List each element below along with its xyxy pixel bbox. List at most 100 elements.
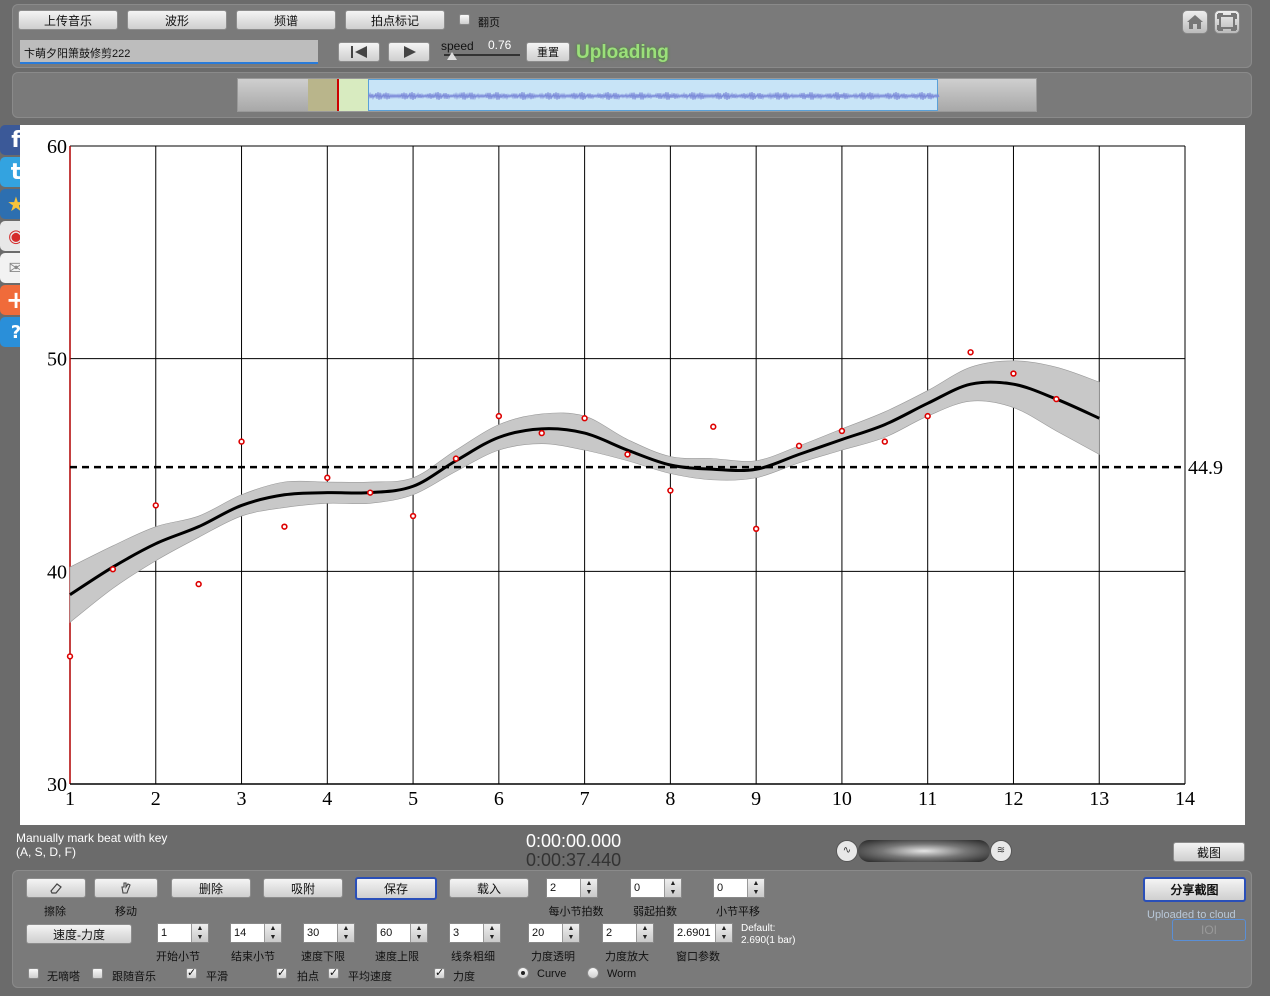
waveform-button[interactable]: 波形 <box>127 10 227 30</box>
skip-start-icon <box>351 46 367 58</box>
beat-point <box>624 451 631 458</box>
home-icon <box>1187 15 1203 29</box>
pickup-beats-stepper[interactable]: 0 ▲ ▼ <box>630 878 682 898</box>
end-bar-stepper[interactable]: 14 ▲ ▼ <box>230 923 282 943</box>
x-tick-label: 11 <box>918 788 937 810</box>
volume-slider[interactable] <box>858 840 990 862</box>
beat-point <box>66 653 74 660</box>
stepper-arrows-icon[interactable]: ▲ ▼ <box>337 924 354 942</box>
beat-point <box>195 580 202 588</box>
smooth-checkbox[interactable]: ✓ <box>186 968 197 979</box>
stepper-arrows-icon[interactable]: ▲ ▼ <box>636 924 653 942</box>
no-click-label: 无嘀嗒 <box>47 971 80 983</box>
y-tick-label: 30 <box>47 774 67 796</box>
load-button[interactable]: 载入 <box>449 878 529 898</box>
playhead[interactable] <box>337 79 339 111</box>
move-hand-icon <box>121 882 131 894</box>
y-tick-label: 60 <box>47 136 67 158</box>
speed-value: 0.76 <box>488 38 512 52</box>
no-click-checkbox[interactable] <box>28 968 39 979</box>
dynamics-opacity-stepper[interactable]: 20 ▲ ▼ <box>528 923 580 943</box>
beats-per-bar-label: 每小节拍数 <box>548 906 604 918</box>
skip-to-start-button[interactable] <box>338 42 380 62</box>
beat-point <box>967 349 974 356</box>
x-tick-label: 9 <box>751 788 761 810</box>
playhead-window[interactable] <box>308 79 368 111</box>
beats-per-bar-stepper[interactable]: 2 ▲ ▼ <box>546 878 598 898</box>
stepper-arrows-icon[interactable]: ▲ ▼ <box>562 924 579 942</box>
beats-checkbox[interactable]: ✓ <box>276 968 287 979</box>
move-button[interactable] <box>94 878 158 898</box>
reset-button[interactable]: 重置 <box>526 42 570 62</box>
play-button[interactable] <box>388 42 430 62</box>
x-tick-label: 12 <box>1003 788 1023 810</box>
line-width-stepper[interactable]: 3 ▲ ▼ <box>449 923 501 943</box>
upload-music-button[interactable]: 上传音乐 <box>18 10 118 30</box>
tempo-chart[interactable]: 1 2 3 4 5 6 7 8 9 10 11 12 13 143040506044.9 <box>20 125 1245 825</box>
stepper-arrows-icon[interactable]: ▲ ▼ <box>264 924 281 942</box>
fullscreen-button[interactable] <box>1214 10 1240 34</box>
beat-point <box>409 512 417 520</box>
avg-tempo-checkbox[interactable]: ✓ <box>328 968 339 979</box>
home-button[interactable] <box>1182 10 1208 34</box>
mode-tempo-dynamics-button[interactable]: 速度-力度 <box>26 924 132 944</box>
stepper-arrows-icon[interactable]: ▲ ▼ <box>483 924 500 942</box>
x-tick-label: 10 <box>832 788 852 810</box>
line-width-label: 线条粗细 <box>451 951 495 963</box>
hint-line1: Manually mark beat with key <box>16 831 168 845</box>
follow-music-label: 跟随音乐 <box>112 971 156 983</box>
beat-point <box>752 525 760 532</box>
page-turn-label: 翻页 <box>478 17 500 29</box>
stepper-arrows-icon[interactable]: ▲ ▼ <box>747 879 764 897</box>
start-bar-label: 开始小节 <box>156 951 200 963</box>
mean-tempo-label: 44.9 <box>1188 457 1223 479</box>
dynamics-opacity-label: 力度透明 <box>531 951 575 963</box>
ioi-button[interactable]: IOI <box>1172 919 1246 941</box>
stepper-arrows-icon[interactable]: ▲ ▼ <box>664 879 681 897</box>
stepper-arrows-icon[interactable]: ▲ ▼ <box>410 924 427 942</box>
play-icon <box>404 46 416 58</box>
beats-label: 拍点 <box>297 971 319 983</box>
delete-button[interactable]: 删除 <box>171 878 251 898</box>
x-tick-label: 14 <box>1175 788 1195 810</box>
page-turn-checkbox[interactable] <box>459 14 470 25</box>
x-tick-label: 5 <box>408 788 418 810</box>
follow-music-checkbox[interactable] <box>92 968 103 979</box>
tempo-min-stepper[interactable]: 30 ▲ ▼ <box>303 923 355 943</box>
volume-max-icon: ≋ <box>990 840 1012 862</box>
erase-label: 擦除 <box>44 906 66 918</box>
window-param-stepper[interactable]: 2.6901 ▲ ▼ <box>673 923 733 943</box>
default-line2: 2.690(1 bar) <box>741 935 796 946</box>
bar-shift-stepper[interactable]: 0 ▲ ▼ <box>713 878 765 898</box>
dynamics-scale-stepper[interactable]: 2 ▲ ▼ <box>602 923 654 943</box>
beat-point <box>581 415 588 422</box>
beat-point <box>281 523 288 530</box>
curve-radio[interactable] <box>517 967 529 979</box>
upload-status: Uploading <box>576 42 669 63</box>
speed-slider-thumb[interactable] <box>446 52 457 60</box>
stepper-arrows-icon[interactable]: ▲ ▼ <box>715 924 732 942</box>
eraser-icon <box>50 883 62 894</box>
stepper-arrows-icon[interactable]: ▲ ▼ <box>191 924 208 942</box>
beat-mark-button[interactable]: 拍点标记 <box>345 10 445 30</box>
spectrum-button[interactable]: 频谱 <box>236 10 336 30</box>
waveform-overview[interactable] <box>237 78 1037 112</box>
snap-button[interactable]: 吸附 <box>263 878 343 898</box>
beat-point <box>109 566 117 573</box>
beat-point <box>838 427 846 435</box>
smooth-label: 平滑 <box>206 971 228 983</box>
stepper-arrows-icon[interactable]: ▲ ▼ <box>580 879 597 897</box>
filename-input[interactable]: 卞萌夕阳箫鼓修剪222 <box>20 40 318 64</box>
dynamics-checkbox[interactable]: ✓ <box>434 968 445 979</box>
screenshot-button[interactable]: 截图 <box>1173 842 1245 862</box>
x-tick-label: 6 <box>494 788 504 810</box>
worm-radio[interactable] <box>587 967 599 979</box>
avg-tempo-label: 平均速度 <box>348 971 392 983</box>
share-screenshot-button[interactable]: 分享截图 <box>1143 877 1246 902</box>
save-button[interactable]: 保存 <box>355 877 437 900</box>
x-tick-label: 4 <box>322 788 332 810</box>
volume-control[interactable]: ∿ ≋ <box>836 838 1012 864</box>
start-bar-stepper[interactable]: 1 ▲ ▼ <box>157 923 209 943</box>
tempo-max-stepper[interactable]: 60 ▲ ▼ <box>376 923 428 943</box>
erase-button[interactable] <box>26 878 86 898</box>
